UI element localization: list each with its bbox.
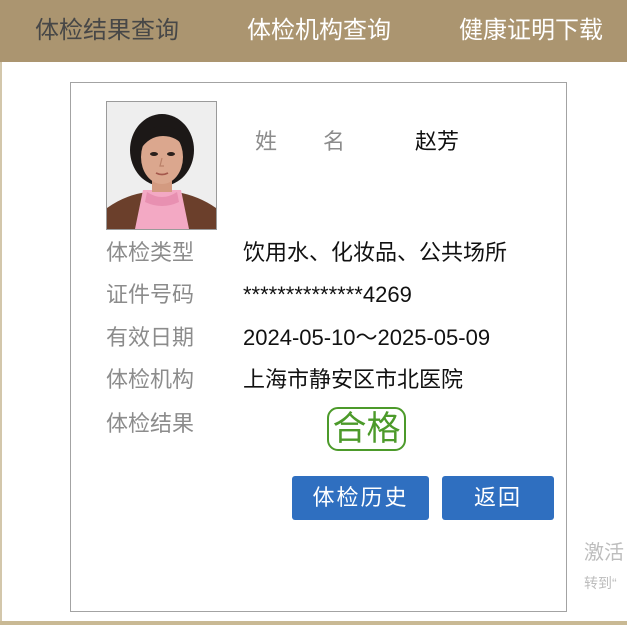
exam-history-button[interactable]: 体检历史 [292,476,429,520]
tab-exam-institution-query[interactable]: 体检机构查询 [232,0,406,62]
tab-exam-result-query[interactable]: 体检结果查询 [20,0,194,62]
id-number-label: 证件号码 [106,282,195,307]
exam-result-label: 体检结果 [106,411,195,436]
name-label: 姓名 [255,129,392,154]
watermark-line-1: 激活 [584,542,624,564]
pass-status-badge: 合格 [327,407,406,451]
valid-date-label: 有效日期 [106,325,195,350]
back-button[interactable]: 返回 [442,476,554,520]
institution-value: 上海市静安区市北医院 [243,367,464,392]
page-left-border [0,62,2,621]
watermark-line-2: 转到“ [584,575,617,591]
tab-health-certificate-download[interactable]: 健康证明下载 [444,0,618,62]
exam-type-value: 饮用水、化妆品、公共场所 [243,240,508,265]
windows-activation-watermark: 激活 转到“ [584,538,627,592]
profile-photo [106,101,217,230]
exam-type-label: 体检类型 [106,240,195,265]
exam-result-card: 姓名 赵芳 体检类型 饮用水、化妆品、公共场所 证件号码 ***********… [70,82,567,612]
institution-label: 体检机构 [106,367,195,392]
valid-date-value: 2024-05-10～2025-05-09 [243,325,491,350]
id-number-value: **************4269 [243,282,412,307]
top-nav: 体检结果查询 体检机构查询 健康证明下载 [0,0,627,62]
name-value: 赵芳 [415,129,460,154]
page-bottom-border [0,621,627,625]
